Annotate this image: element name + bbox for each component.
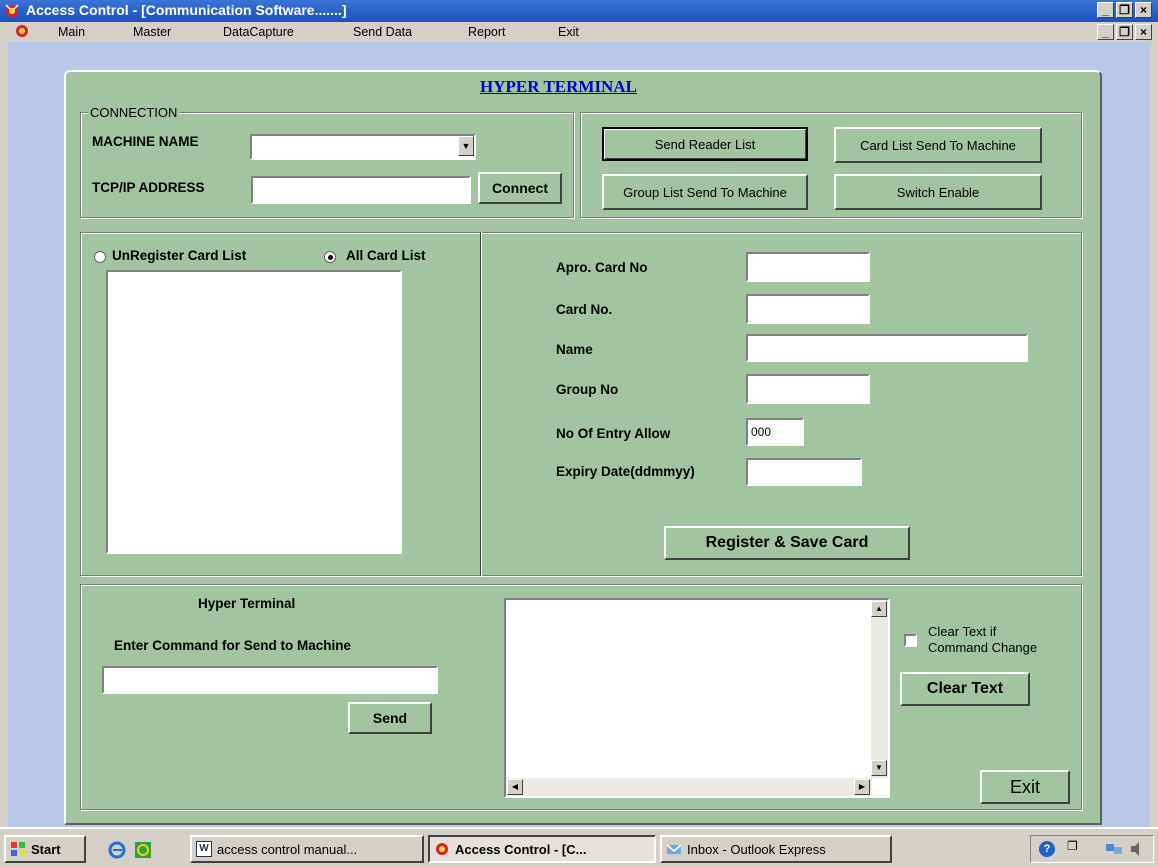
unregister-card-radio[interactable] (94, 251, 106, 263)
send-button[interactable]: Send (348, 702, 432, 734)
terminal-output[interactable]: ▲ ▼ ◀ ▶ (504, 598, 890, 798)
menu-report[interactable]: Report (468, 25, 506, 39)
card-listbox[interactable] (106, 270, 402, 554)
child-close-button[interactable]: × (1135, 24, 1152, 40)
command-label: Enter Command for Send to Machine (114, 638, 352, 653)
expiry-date-label: Expiry Date(ddmmyy) (556, 464, 695, 479)
restore-button[interactable]: ❐ (1116, 2, 1133, 18)
menu-datacapture[interactable]: DataCapture (223, 25, 294, 39)
card-list-send-button[interactable]: Card List Send To Machine (834, 127, 1042, 163)
unregister-card-label[interactable]: UnRegister Card List (112, 248, 246, 263)
speaker-icon[interactable] (1129, 841, 1147, 857)
clear-if-change-label-2[interactable]: Command Change (928, 640, 1037, 655)
app-icon (4, 3, 20, 19)
clear-if-change-label-1[interactable]: Clear Text if (928, 624, 996, 639)
card-section-divider (480, 232, 482, 576)
network-icon[interactable] (1105, 841, 1123, 857)
media-quicklaunch-icon[interactable] (134, 841, 152, 859)
card-no-label: Card No. (556, 302, 613, 317)
machine-name-label: MACHINE NAME (92, 134, 199, 149)
name-label: Name (556, 342, 593, 357)
all-card-label[interactable]: All Card List (346, 248, 426, 263)
page-title[interactable]: HYPER TERMINAL (480, 77, 637, 97)
close-button[interactable]: × (1135, 2, 1152, 18)
entry-allow-input[interactable] (746, 418, 804, 446)
register-save-card-button[interactable]: Register & Save Card (664, 526, 910, 560)
windows-logo-icon (10, 841, 26, 857)
all-card-radio[interactable] (324, 251, 336, 263)
help-icon[interactable]: ? (1039, 841, 1055, 857)
clear-if-change-checkbox[interactable] (904, 634, 917, 647)
start-button[interactable]: Start (4, 835, 86, 863)
machine-name-select[interactable]: ▼ (250, 134, 476, 160)
menu-send-data[interactable]: Send Data (353, 25, 412, 39)
terminal-title: Hyper Terminal (198, 596, 296, 611)
menu-exit[interactable]: Exit (558, 25, 579, 39)
connect-button[interactable]: Connect (478, 172, 562, 204)
tcp-ip-label: TCP/IP ADDRESS (92, 180, 205, 195)
window-title: Access Control - [Communication Software… (26, 2, 347, 18)
child-restore-button[interactable]: ❐ (1116, 24, 1133, 40)
name-input[interactable] (746, 334, 1028, 362)
task-word-document[interactable]: W access control manual... (190, 835, 424, 863)
system-tray: ? ❐ (1030, 835, 1154, 863)
ie-quicklaunch-icon[interactable] (108, 841, 126, 859)
apro-card-label: Apro. Card No (556, 260, 648, 275)
menu-main[interactable]: Main (58, 25, 85, 39)
scroll-left-icon[interactable]: ◀ (507, 779, 523, 795)
task-outlook-express[interactable]: Inbox - Outlook Express (660, 835, 892, 863)
task-access-control[interactable]: Access Control - [C... (428, 835, 656, 863)
horizontal-scrollbar[interactable] (506, 778, 872, 796)
tcp-ip-input[interactable] (251, 176, 471, 204)
apro-card-input[interactable] (746, 252, 870, 282)
command-input[interactable] (102, 666, 438, 694)
outlook-express-icon (666, 841, 682, 857)
entry-allow-label: No Of Entry Allow (556, 426, 671, 441)
scroll-down-icon[interactable]: ▼ (871, 760, 887, 776)
minimize-button[interactable]: _ (1097, 2, 1114, 18)
send-reader-list-button[interactable]: Send Reader List (602, 127, 808, 161)
taskbar: Start W access control manual... Access … (0, 827, 1158, 867)
scroll-up-icon[interactable]: ▲ (871, 601, 887, 617)
menu-master[interactable]: Master (133, 25, 171, 39)
hyper-terminal-form: HYPER TERMINAL CONNECTION MACHINE NAME ▼… (64, 70, 1102, 825)
group-no-label: Group No (556, 382, 619, 397)
group-list-send-button[interactable]: Group List Send To Machine (602, 174, 808, 210)
word-icon: W (196, 841, 212, 857)
chevron-down-icon[interactable]: ▼ (458, 136, 474, 156)
menu-bar: Main Master DataCapture Send Data Report… (0, 22, 1158, 42)
switch-enable-button[interactable]: Switch Enable (834, 174, 1042, 210)
card-no-input[interactable] (746, 294, 870, 324)
title-bar[interactable]: Access Control - [Communication Software… (0, 0, 1158, 22)
connection-group-label: CONNECTION (88, 105, 180, 120)
restore-tray-icon[interactable]: ❐ (1067, 839, 1078, 853)
group-no-input[interactable] (746, 374, 870, 404)
mdi-child-icon[interactable] (14, 23, 30, 39)
scroll-right-icon[interactable]: ▶ (854, 779, 870, 795)
child-minimize-button[interactable]: _ (1097, 24, 1114, 40)
expiry-date-input[interactable] (746, 458, 862, 486)
clear-text-button[interactable]: Clear Text (900, 672, 1030, 706)
access-control-icon (434, 841, 450, 857)
exit-button[interactable]: Exit (980, 770, 1070, 804)
vertical-scrollbar[interactable] (871, 600, 888, 778)
